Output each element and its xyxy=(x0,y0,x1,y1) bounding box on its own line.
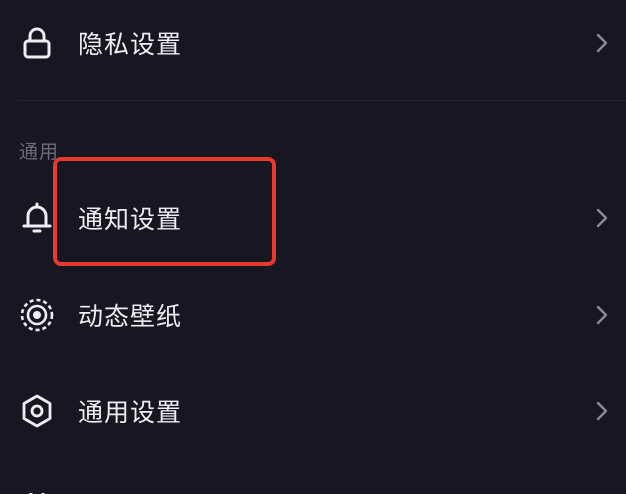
menu-item-label: 动态壁纸 xyxy=(78,302,183,331)
lock-icon xyxy=(18,24,56,62)
dynamic-wallpaper-icon xyxy=(18,296,56,334)
section-header-general: 通用 xyxy=(19,141,60,163)
menu-item-label: 通用设置 xyxy=(78,398,183,427)
section-divider xyxy=(18,100,626,101)
menu-item-notification-settings[interactable]: 通知设置 xyxy=(0,183,626,253)
menu-item-general-settings[interactable]: 通用设置 xyxy=(0,376,626,446)
chevron-right-icon xyxy=(594,206,610,230)
menu-item-dynamic-wallpaper[interactable]: 动态壁纸 xyxy=(0,280,626,350)
chevron-right-icon xyxy=(594,31,610,55)
menu-item-label: 隐私设置 xyxy=(78,30,183,59)
gear-icon xyxy=(18,392,56,430)
menu-item-privacy-settings[interactable]: 隐私设置 xyxy=(0,8,626,78)
menu-item-label: 通知设置 xyxy=(78,205,183,234)
chevron-right-icon xyxy=(594,303,610,327)
next-item-partial-icon xyxy=(28,486,46,494)
chevron-right-icon xyxy=(594,399,610,423)
bell-icon xyxy=(18,199,56,237)
